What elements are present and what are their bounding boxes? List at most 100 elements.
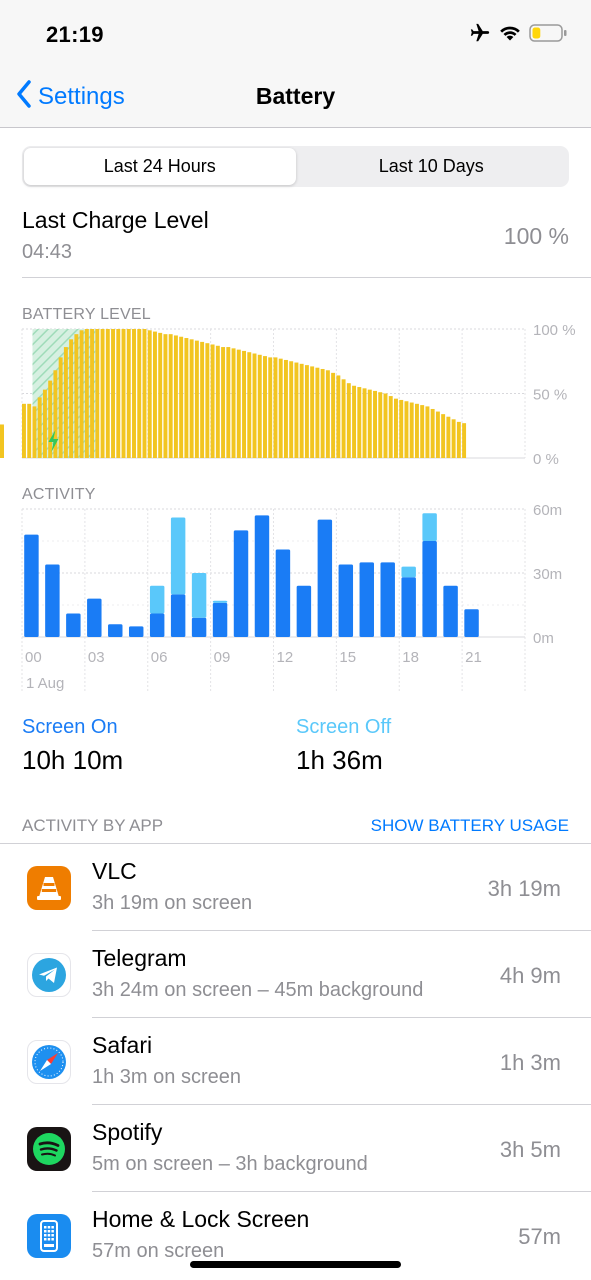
battery-bar <box>179 336 184 458</box>
activity-bar-screen-off <box>149 585 165 614</box>
battery-bar <box>362 388 367 458</box>
activity-bar-screen-on <box>443 585 458 637</box>
activity-bar-screen-on <box>317 519 333 637</box>
battery-bar <box>205 343 210 458</box>
app-time: 1h 3m <box>499 1050 561 1075</box>
battery-bar <box>95 329 100 458</box>
battery-bar <box>105 329 110 458</box>
activity-bar-screen-off <box>422 513 437 541</box>
battery-bar <box>399 399 404 458</box>
battery-y-tick-label: 100 % <box>533 322 576 339</box>
app-name: Home & Lock Screen <box>92 1206 310 1232</box>
app-name: Spotify <box>92 1119 163 1145</box>
app-time: 57m <box>518 1224 561 1249</box>
battery-bar <box>42 389 47 458</box>
activity-bar-screen-on <box>380 562 395 637</box>
app-detail: 3h 24m on screen – 45m background <box>92 979 424 1001</box>
activity-bar-screen-off <box>170 517 186 595</box>
battery-bar <box>435 411 440 458</box>
activity-bar-screen-off <box>212 600 228 603</box>
activity-x-tick-label: 15 <box>339 649 356 666</box>
battery-bar <box>210 344 215 458</box>
battery-bar <box>289 361 294 458</box>
activity-x-tick-label: 06 <box>151 649 168 666</box>
battery-bar <box>409 402 414 458</box>
activity-x-tick-label: 03 <box>88 649 105 666</box>
activity-x-tick-label: 00 <box>25 649 42 666</box>
battery-bar <box>215 345 220 458</box>
battery-bar <box>456 421 461 458</box>
battery-bar <box>147 330 152 458</box>
battery-bar <box>341 379 346 458</box>
battery-bar <box>357 387 362 458</box>
show-battery-usage-button[interactable]: SHOW BATTERY USAGE <box>371 816 569 836</box>
telegram-icon <box>27 953 71 997</box>
battery-bar <box>446 416 451 458</box>
battery-bar <box>168 334 173 458</box>
activity-bar-screen-on <box>275 549 291 637</box>
battery-bar <box>173 335 178 458</box>
app-detail: 57m on screen <box>92 1240 225 1262</box>
battery-bar <box>310 366 315 458</box>
battery-bar <box>226 347 231 458</box>
activity-by-app-header: ACTIVITY BY APP <box>22 816 164 835</box>
battery-bar <box>137 329 142 458</box>
battery-bar <box>37 397 42 458</box>
app-time: 4h 9m <box>499 963 561 988</box>
battery-bar <box>48 380 53 458</box>
app-time: 3h 5m <box>499 1137 561 1162</box>
battery-bar <box>63 347 68 458</box>
activity-y-tick-label: 0m <box>533 630 554 647</box>
vlc-icon <box>27 866 71 910</box>
activity-y-tick-label: 30m <box>533 566 562 583</box>
battery-bar <box>221 347 226 458</box>
activity-bar-screen-on <box>24 534 39 637</box>
battery-bar <box>111 329 116 458</box>
battery-bar <box>69 339 74 458</box>
battery-bar <box>367 389 372 458</box>
app-time: 3h 19m <box>487 876 561 901</box>
activity-bar-screen-on <box>359 562 374 637</box>
battery-bar <box>74 334 79 458</box>
battery-bar <box>184 338 189 458</box>
battery-bar <box>404 401 409 458</box>
battery-bar <box>352 385 357 458</box>
battery-bar <box>194 340 199 458</box>
spotify-icon <box>27 1127 71 1171</box>
battery-bar <box>425 406 430 458</box>
activity-date-label: 1 Aug <box>26 675 64 692</box>
app-row-safari[interactable]: Safari 1h 3m on screen 1h 3m <box>0 1018 591 1105</box>
activity-bar-screen-on <box>212 602 228 637</box>
battery-bar <box>32 406 37 458</box>
activity-x-tick-label: 18 <box>402 649 419 666</box>
battery-bar <box>336 375 341 458</box>
battery-bar <box>0 427 4 458</box>
screen-on-label: Screen On <box>22 716 118 738</box>
battery-bar <box>451 419 456 458</box>
battery-bar <box>331 372 336 458</box>
battery-bar <box>383 393 388 458</box>
app-name: Telegram <box>92 945 187 971</box>
charts-canvas: 100 % 50 % 0 % 60m 30m 0m 00 03 06 09 12 15 18 21 1 Au… <box>0 322 576 692</box>
screen-on-value: 10h 10m <box>22 745 124 775</box>
app-row-spotify[interactable]: Spotify 5m on screen – 3h background 3h … <box>0 1105 591 1192</box>
activity-bar-screen-on <box>401 577 416 637</box>
battery-bar <box>126 329 131 458</box>
home-indicator[interactable] <box>190 1261 401 1268</box>
battery-bar <box>378 392 383 458</box>
battery-bar <box>394 398 398 458</box>
battery-bar <box>84 329 89 458</box>
activity-bar-screen-on <box>233 530 249 637</box>
battery-bar <box>315 367 320 458</box>
app-row-telegram[interactable]: Telegram 3h 24m on screen – 45m backgrou… <box>0 931 591 1018</box>
battery-bar <box>294 362 299 458</box>
activity-y-tick-label: 60m <box>533 502 562 519</box>
battery-bar <box>252 353 257 458</box>
battery-bar <box>22 403 26 458</box>
battery-bar <box>325 370 330 458</box>
activity-bar-screen-on <box>108 624 123 637</box>
app-detail: 3h 19m on screen <box>92 892 253 914</box>
app-row-vlc[interactable]: VLC 3h 19m on screen 3h 19m <box>0 844 591 931</box>
battery-bar <box>121 329 126 458</box>
activity-x-tick-label: 12 <box>277 649 294 666</box>
